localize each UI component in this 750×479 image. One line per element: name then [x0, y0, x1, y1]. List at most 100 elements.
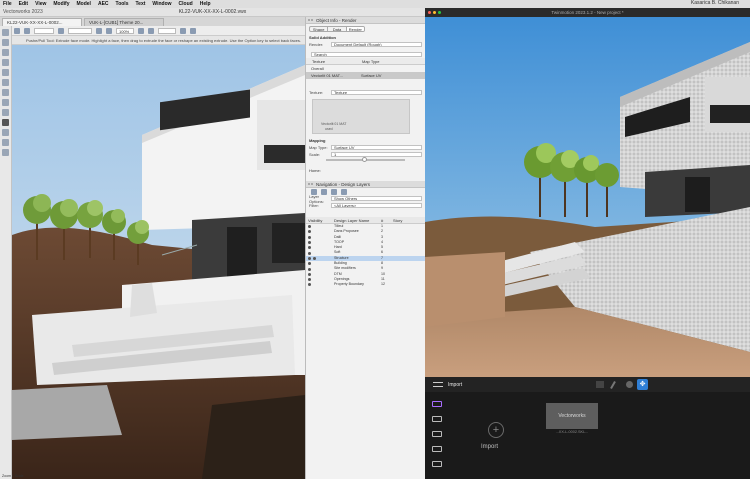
- slider-thumb[interactable]: [361, 157, 367, 162]
- visible-eye-icon[interactable]: [308, 262, 311, 266]
- sphere-icon[interactable]: [626, 381, 633, 388]
- select-tool-icon[interactable]: [2, 29, 9, 36]
- scale-field[interactable]: [158, 27, 176, 34]
- visibility-icon[interactable]: [190, 27, 196, 34]
- plant-tool-icon[interactable]: [2, 149, 9, 156]
- hamburger-menu-icon[interactable]: [433, 382, 443, 387]
- document-tab-1[interactable]: KL22-VUK-XX-XX-L-0002...: [2, 18, 82, 26]
- brush-icon[interactable]: [610, 380, 616, 389]
- imported-model-thumbnail[interactable]: Vectorworks: [546, 403, 598, 429]
- menu-view[interactable]: View: [35, 1, 46, 7]
- menu-tools[interactable]: Tools: [116, 1, 129, 7]
- zoom-tool-icon[interactable]: [2, 49, 9, 56]
- texture-search-input[interactable]: Search: [311, 52, 422, 57]
- vectorworks-3d-viewport[interactable]: [12, 45, 305, 479]
- projection-icon[interactable]: [148, 27, 154, 34]
- filter-dropdown[interactable]: <All Layers>: [331, 203, 422, 208]
- zoom-field[interactable]: 100%: [116, 27, 134, 34]
- mapping-label: Mapping: [309, 138, 326, 143]
- pan-icon[interactable]: [24, 27, 30, 34]
- views-view-icon[interactable]: [341, 188, 347, 195]
- visible-eye-icon[interactable]: [308, 246, 311, 250]
- media-tab-icon[interactable]: [432, 446, 442, 452]
- navigation-header: Navigation - Design Layers: [306, 181, 425, 188]
- menu-cloud[interactable]: Cloud: [179, 1, 193, 7]
- close-window-icon[interactable]: [428, 11, 431, 14]
- layer-icon[interactable]: [58, 27, 64, 34]
- scale-input[interactable]: 1: [331, 152, 422, 157]
- document-tab-2[interactable]: VUK-L-[CUB1] Theme 20...: [84, 18, 164, 26]
- tab-data[interactable]: Data: [328, 27, 347, 31]
- visible-eye-icon[interactable]: [308, 278, 311, 282]
- lighting-icon[interactable]: [180, 27, 186, 34]
- sheets-view-icon[interactable]: [331, 188, 337, 195]
- user-name: Kasarica B. Chikanan: [690, 0, 739, 6]
- render-mode-icon[interactable]: [138, 27, 144, 34]
- pan-tool-icon[interactable]: [2, 39, 9, 46]
- menu-model[interactable]: Model: [77, 1, 91, 7]
- texture-overall-row[interactable]: Overall: [306, 65, 425, 72]
- filter-row: Filter: <All Layers>: [306, 202, 425, 209]
- menu-modify[interactable]: Modify: [53, 1, 69, 7]
- texture-dropdown[interactable]: Texture: [331, 90, 422, 95]
- menu-aec[interactable]: AEC: [98, 1, 109, 7]
- view-toolbar: 100%: [12, 26, 305, 36]
- zoom-window-icon[interactable]: [438, 11, 441, 14]
- tab-render[interactable]: Render: [346, 27, 364, 31]
- menu-edit[interactable]: Edit: [19, 1, 28, 7]
- layer-field[interactable]: [68, 27, 92, 34]
- object-info-tabs: Shape Data Render: [309, 26, 365, 32]
- visible-eye-icon[interactable]: [308, 235, 311, 239]
- menu-help[interactable]: Help: [200, 1, 211, 7]
- twinmotion-viewport[interactable]: [425, 17, 750, 377]
- object-info-title: Object Info - Render: [316, 18, 357, 23]
- view-icon[interactable]: [96, 27, 102, 34]
- zoom-icon[interactable]: [106, 27, 112, 34]
- arc-tool-icon[interactable]: [2, 89, 9, 96]
- visible-eye-icon[interactable]: [308, 272, 311, 276]
- texture-row: Texture: Texture: [306, 89, 425, 96]
- import-tab-icon[interactable]: [432, 401, 442, 407]
- pushpull-tool-icon[interactable]: [2, 119, 9, 126]
- slab-tool-icon[interactable]: [2, 139, 9, 146]
- visible-eye-icon[interactable]: [308, 230, 311, 234]
- layer-options-dropdown[interactable]: Show Others: [331, 196, 422, 201]
- overall-label: Overall: [311, 66, 324, 71]
- visible-eye-icon[interactable]: [308, 241, 311, 245]
- layer-row[interactable]: Property Boundary 12: [306, 282, 425, 287]
- menu-file[interactable]: File: [3, 1, 12, 7]
- render-dropdown[interactable]: Document Default (Rough): [331, 42, 422, 47]
- visible-eye-icon[interactable]: [308, 283, 311, 287]
- viewport-render: [12, 45, 305, 479]
- minimize-window-icon[interactable]: [433, 11, 436, 14]
- menu-window[interactable]: Window: [152, 1, 171, 7]
- text-tool-icon[interactable]: [2, 109, 9, 116]
- visible-eye-icon[interactable]: [308, 256, 311, 260]
- flag-icon[interactable]: [596, 381, 604, 388]
- preview-caption: Vectorlit 01 MAT: [321, 122, 347, 126]
- path-tab-icon[interactable]: [432, 431, 442, 437]
- object-type: Solid Addition: [309, 35, 336, 40]
- menu-text[interactable]: Text: [135, 1, 145, 7]
- texture-column-header: Texture: [312, 59, 326, 64]
- polygon-tool-icon[interactable]: [2, 99, 9, 106]
- rectangle-tool-icon[interactable]: [2, 69, 9, 76]
- export-tab-icon[interactable]: [432, 461, 442, 467]
- scale-slider[interactable]: [326, 157, 405, 162]
- move-gizmo-icon[interactable]: ✥: [637, 379, 648, 390]
- wall-tool-icon[interactable]: [2, 129, 9, 136]
- import-plus-icon[interactable]: +: [488, 422, 504, 438]
- tab-shape[interactable]: Shape: [310, 27, 329, 31]
- map-type-dropdown[interactable]: Surface UV: [331, 145, 422, 150]
- line-tool-icon[interactable]: [2, 59, 9, 66]
- render-row: Render: Document Default (Rough): [306, 41, 425, 48]
- context-tab-icon[interactable]: [432, 416, 442, 422]
- visible-eye-icon[interactable]: [308, 267, 311, 271]
- texture-row-selected[interactable]: Vectorlit 01 MAT... Surface UV: [306, 72, 425, 79]
- visibility-header: Visibility: [308, 217, 323, 223]
- visible-eye-icon[interactable]: [308, 225, 311, 229]
- class-field[interactable]: [34, 27, 54, 34]
- selection-arrow-icon[interactable]: [14, 27, 20, 34]
- visible-eye-icon[interactable]: [308, 251, 311, 255]
- circle-tool-icon[interactable]: [2, 79, 9, 86]
